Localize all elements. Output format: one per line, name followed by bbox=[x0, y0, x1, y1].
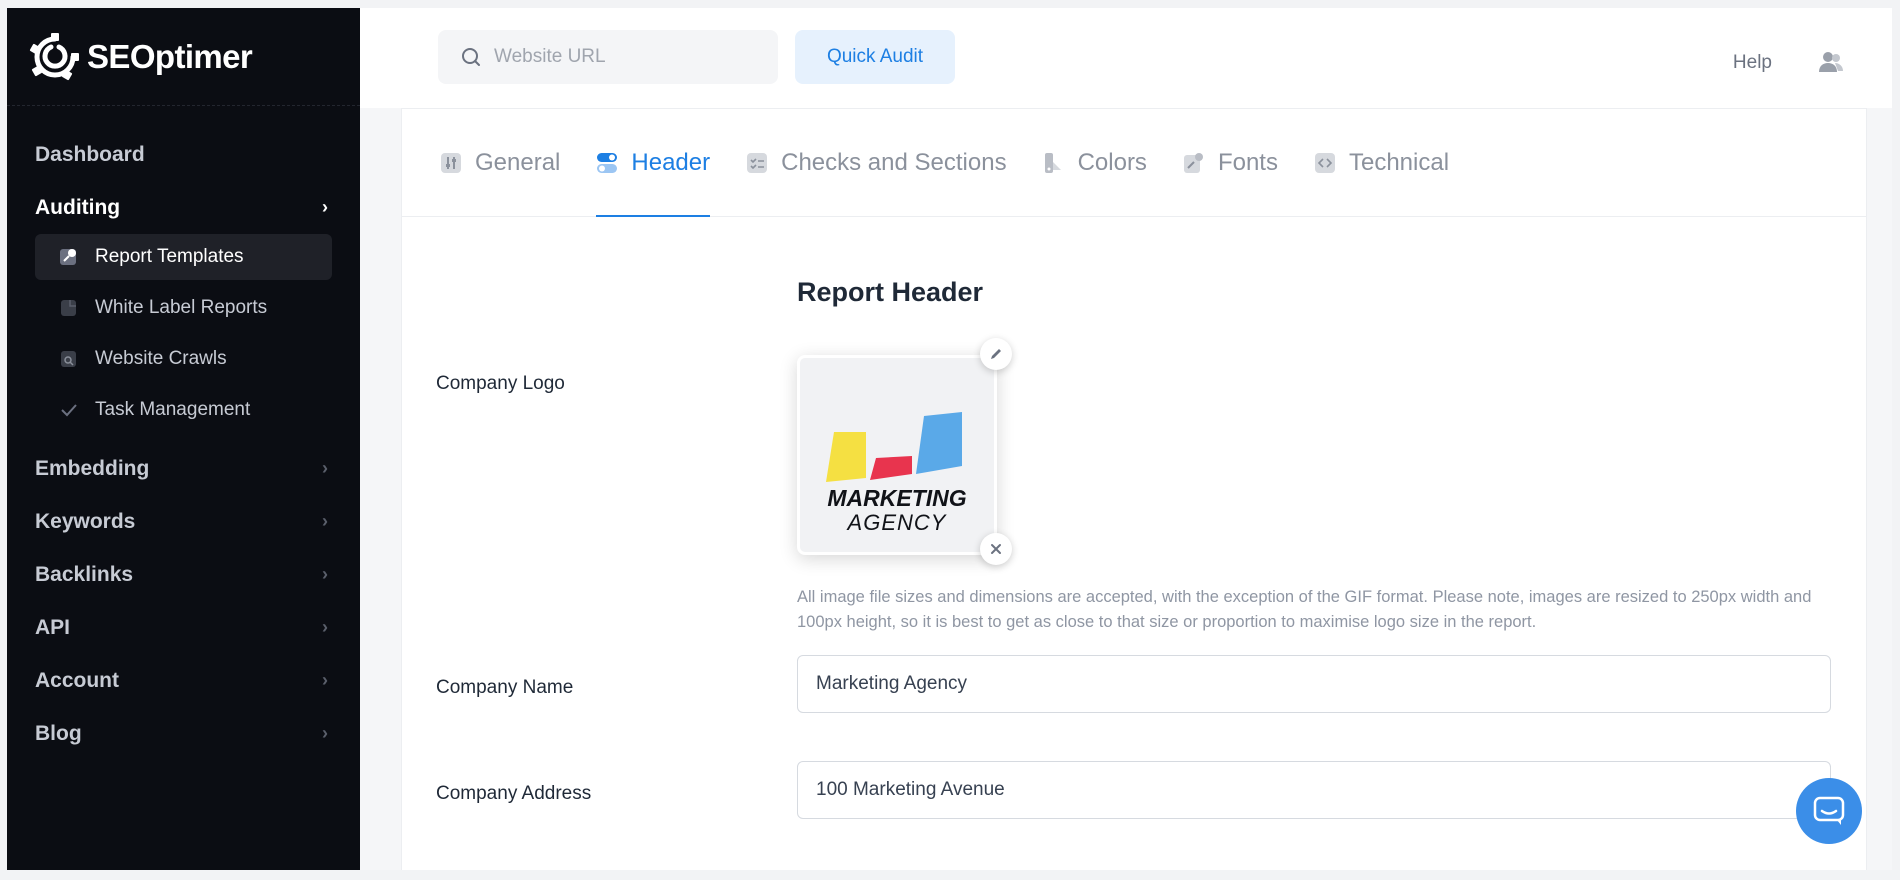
logo-text-line1: MARKETING bbox=[827, 485, 966, 511]
sidebar-subitem-label: Task Management bbox=[95, 399, 251, 420]
tab-colors[interactable]: Colors bbox=[1043, 109, 1147, 216]
font-icon bbox=[1183, 152, 1203, 173]
sidebar-subitem-report-templates[interactable]: Report Templates bbox=[35, 234, 332, 280]
sidebar-subitem-white-label-reports[interactable]: White Label Reports bbox=[35, 285, 332, 331]
company-address-field[interactable] bbox=[797, 761, 1831, 819]
company-address-label: Company Address bbox=[436, 783, 592, 804]
search-icon bbox=[462, 48, 480, 66]
sidebar-subitem-label: Report Templates bbox=[95, 246, 244, 267]
chevron-right-icon: › bbox=[322, 511, 328, 531]
code-icon bbox=[1314, 152, 1335, 173]
tab-general[interactable]: General bbox=[440, 109, 560, 216]
auditing-submenu: Report Templates White Label Reports Web… bbox=[35, 234, 332, 442]
sliders-icon bbox=[441, 152, 461, 173]
sidebar-item-dashboard[interactable]: Dashboard bbox=[35, 128, 332, 181]
sidebar-item-label: Blog bbox=[35, 721, 82, 745]
sidebar-item-label: Account bbox=[35, 668, 119, 692]
quick-audit-button[interactable]: Quick Audit bbox=[795, 30, 955, 84]
sidebar-item-embedding[interactable]: Embedding › bbox=[35, 442, 332, 495]
chevron-right-icon: › bbox=[322, 564, 328, 584]
sidebar-item-label: API bbox=[35, 615, 71, 639]
tab-label: General bbox=[475, 148, 561, 176]
users-icon[interactable] bbox=[1818, 50, 1844, 74]
logo-help-text: All image file sizes and dimensions are … bbox=[797, 588, 1812, 631]
marketing-agency-logo: MARKETING AGENCY bbox=[826, 412, 967, 530]
sidebar-item-backlinks[interactable]: Backlinks › bbox=[35, 548, 332, 601]
sidebar-item-account[interactable]: Account › bbox=[35, 654, 332, 707]
edit-doc-icon bbox=[59, 247, 79, 267]
brand-name: SEOptimer bbox=[87, 37, 253, 75]
sidebar-item-label: Embedding bbox=[35, 456, 150, 480]
check-icon bbox=[59, 400, 79, 420]
sidebar-item-label: Dashboard bbox=[35, 142, 145, 166]
tab-checks-and-sections[interactable]: Checks and Sections bbox=[746, 109, 1007, 216]
sidebar-subitem-label: White Label Reports bbox=[95, 297, 268, 318]
app-window: SEOptimer Dashboard Auditing › Report Te… bbox=[0, 0, 1900, 880]
help-link[interactable]: Help bbox=[1733, 52, 1772, 74]
topbar: Quick Audit Help bbox=[360, 8, 1892, 108]
chevron-right-icon: › bbox=[322, 723, 328, 743]
website-url-input[interactable] bbox=[494, 46, 764, 68]
sidebar-item-label: Keywords bbox=[35, 509, 136, 533]
company-logo-label: Company Logo bbox=[436, 373, 565, 394]
sidebar-item-auditing[interactable]: Auditing › bbox=[35, 181, 332, 234]
pencil-icon bbox=[991, 349, 1001, 359]
sidebar-item-keywords[interactable]: Keywords › bbox=[35, 495, 332, 548]
tab-header[interactable]: Header bbox=[596, 109, 711, 217]
search-box[interactable] bbox=[438, 30, 778, 84]
sidebar-subitem-task-management[interactable]: Task Management bbox=[35, 387, 332, 433]
company-name-label: Company Name bbox=[436, 677, 574, 698]
sidebar-item-label: Auditing bbox=[35, 195, 121, 219]
chevron-right-icon: › bbox=[322, 617, 328, 637]
gear-logo-icon bbox=[29, 32, 79, 80]
company-name-field[interactable] bbox=[797, 655, 1831, 713]
chat-icon bbox=[1813, 796, 1845, 825]
tab-label: Header bbox=[631, 148, 711, 176]
chat-support-button[interactable] bbox=[1796, 778, 1862, 844]
chevron-right-icon: › bbox=[322, 670, 328, 690]
sidebar: SEOptimer Dashboard Auditing › Report Te… bbox=[7, 8, 360, 870]
tab-fonts[interactable]: Fonts bbox=[1183, 109, 1278, 216]
tab-label: Checks and Sections bbox=[781, 148, 1007, 176]
remove-logo-button[interactable] bbox=[980, 533, 1012, 565]
tab-label: Colors bbox=[1077, 148, 1147, 176]
tab-technical[interactable]: Technical bbox=[1314, 109, 1449, 216]
company-logo-preview[interactable]: MARKETING AGENCY bbox=[797, 355, 997, 555]
close-icon bbox=[991, 544, 1001, 554]
template-tabs: General Header Checks and Sections Color… bbox=[402, 109, 1866, 217]
document-icon bbox=[59, 298, 79, 318]
sidebar-item-label: Backlinks bbox=[35, 562, 134, 586]
toggle-icon bbox=[597, 152, 618, 173]
edit-logo-button[interactable] bbox=[980, 338, 1012, 370]
sidebar-item-api[interactable]: API › bbox=[35, 601, 332, 654]
palette-icon bbox=[1044, 152, 1061, 173]
logo-text-line2: AGENCY bbox=[846, 510, 947, 530]
sidebar-subitem-label: Website Crawls bbox=[95, 348, 227, 369]
brand[interactable]: SEOptimer bbox=[7, 8, 360, 106]
sidebar-item-blog[interactable]: Blog › bbox=[35, 707, 332, 760]
chevron-right-icon: › bbox=[322, 197, 328, 217]
sidebar-nav: Dashboard Auditing › Report Templates Wh… bbox=[7, 106, 360, 760]
chevron-right-icon: › bbox=[322, 458, 328, 478]
tab-label: Fonts bbox=[1217, 148, 1278, 176]
tab-label: Technical bbox=[1348, 148, 1450, 176]
crawl-icon bbox=[59, 349, 79, 369]
report-template-card: General Header Checks and Sections Color… bbox=[401, 108, 1867, 870]
sidebar-subitem-website-crawls[interactable]: Website Crawls bbox=[35, 336, 332, 382]
section-title: Report Header bbox=[797, 277, 984, 307]
checklist-icon bbox=[747, 152, 768, 173]
